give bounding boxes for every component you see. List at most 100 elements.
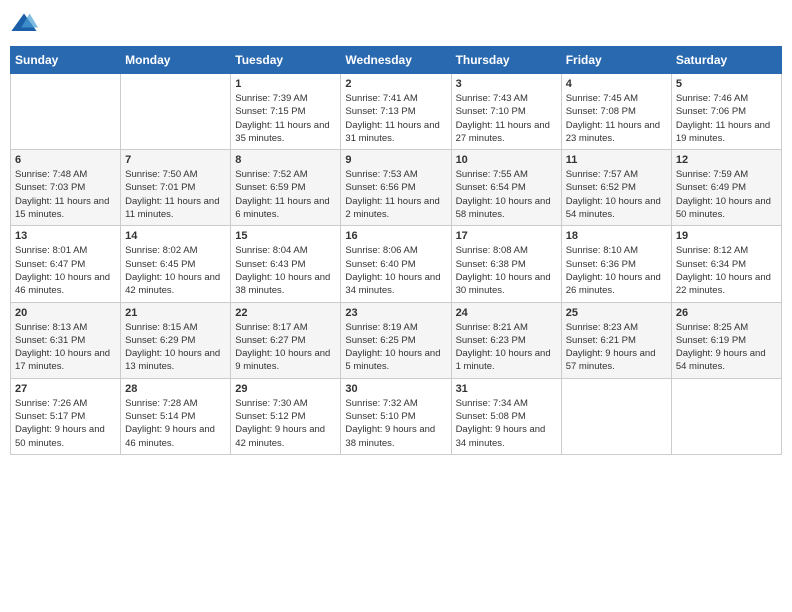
day-number: 13 [15, 230, 116, 242]
day-number: 10 [456, 154, 557, 166]
calendar-cell: 23 Sunrise: 8:19 AM Sunset: 6:25 PM Dayli… [341, 302, 451, 378]
calendar-cell: 4 Sunrise: 7:45 AM Sunset: 7:08 PM Daylig… [561, 74, 671, 150]
calendar-cell [671, 378, 781, 454]
calendar-cell: 28 Sunrise: 7:28 AM Sunset: 5:14 PM Dayli… [121, 378, 231, 454]
day-info: Sunrise: 7:28 AM Sunset: 5:14 PM Dayligh… [125, 397, 226, 450]
day-number: 15 [235, 230, 336, 242]
day-number: 29 [235, 383, 336, 395]
day-number: 21 [125, 307, 226, 319]
calendar-header-row: SundayMondayTuesdayWednesdayThursdayFrid… [11, 47, 782, 74]
calendar-cell: 19 Sunrise: 8:12 AM Sunset: 6:34 PM Dayli… [671, 226, 781, 302]
calendar-cell: 21Sunrise: 8:15 AM Sunset: 6:29 PM Dayli… [121, 302, 231, 378]
calendar-cell: 31 Sunrise: 7:34 AM Sunset: 5:08 PM Dayli… [451, 378, 561, 454]
weekday-header: Monday [121, 47, 231, 74]
day-number: 5 [676, 78, 777, 90]
day-info: Sunrise: 8:13 AM Sunset: 6:31 PM Dayligh… [15, 321, 116, 374]
day-number: 28 [125, 383, 226, 395]
day-number: 1 [235, 78, 336, 90]
day-number: 30 [345, 383, 446, 395]
calendar-cell: 18 Sunrise: 8:10 AM Sunset: 6:36 PM Dayli… [561, 226, 671, 302]
calendar-cell: 25Sunrise: 8:23 AM Sunset: 6:21 PM Dayli… [561, 302, 671, 378]
calendar-cell: 29Sunrise: 7:30 AM Sunset: 5:12 PM Dayli… [231, 378, 341, 454]
calendar-cell: 5 Sunrise: 7:46 AM Sunset: 7:06 PM Daylig… [671, 74, 781, 150]
day-info: Sunrise: 7:50 AM Sunset: 7:01 PM Dayligh… [125, 168, 226, 221]
calendar-cell: 2 Sunrise: 7:41 AM Sunset: 7:13 PM Daylig… [341, 74, 451, 150]
calendar-cell: 17 Sunrise: 8:08 AM Sunset: 6:38 PM Dayli… [451, 226, 561, 302]
day-number: 18 [566, 230, 667, 242]
day-number: 20 [15, 307, 116, 319]
day-info: Sunrise: 8:19 AM Sunset: 6:25 PM Dayligh… [345, 321, 446, 374]
calendar-cell: 6 Sunrise: 7:48 AM Sunset: 7:03 PM Daylig… [11, 150, 121, 226]
calendar-cell: 11Sunrise: 7:57 AM Sunset: 6:52 PM Dayli… [561, 150, 671, 226]
day-info: Sunrise: 7:48 AM Sunset: 7:03 PM Dayligh… [15, 168, 116, 221]
weekday-header: Thursday [451, 47, 561, 74]
logo [10, 10, 42, 38]
day-info: Sunrise: 7:34 AM Sunset: 5:08 PM Dayligh… [456, 397, 557, 450]
day-info: Sunrise: 7:59 AM Sunset: 6:49 PM Dayligh… [676, 168, 777, 221]
day-number: 19 [676, 230, 777, 242]
calendar-cell: 27Sunrise: 7:26 AM Sunset: 5:17 PM Dayli… [11, 378, 121, 454]
calendar-cell: 30 Sunrise: 7:32 AM Sunset: 5:10 PM Dayli… [341, 378, 451, 454]
day-info: Sunrise: 8:08 AM Sunset: 6:38 PM Dayligh… [456, 244, 557, 297]
day-number: 12 [676, 154, 777, 166]
weekday-header: Saturday [671, 47, 781, 74]
day-number: 6 [15, 154, 116, 166]
day-number: 3 [456, 78, 557, 90]
day-number: 31 [456, 383, 557, 395]
day-info: Sunrise: 7:46 AM Sunset: 7:06 PM Dayligh… [676, 92, 777, 145]
calendar-cell: 15 Sunrise: 8:04 AM Sunset: 6:43 PM Dayli… [231, 226, 341, 302]
calendar-cell: 13 Sunrise: 8:01 AM Sunset: 6:47 PM Dayli… [11, 226, 121, 302]
logo-icon [10, 10, 38, 38]
day-info: Sunrise: 7:53 AM Sunset: 6:56 PM Dayligh… [345, 168, 446, 221]
calendar-week-row: 27Sunrise: 7:26 AM Sunset: 5:17 PM Dayli… [11, 378, 782, 454]
calendar-cell [11, 74, 121, 150]
calendar-week-row: 13 Sunrise: 8:01 AM Sunset: 6:47 PM Dayli… [11, 226, 782, 302]
day-info: Sunrise: 7:52 AM Sunset: 6:59 PM Dayligh… [235, 168, 336, 221]
calendar-cell: 8 Sunrise: 7:52 AM Sunset: 6:59 PM Daylig… [231, 150, 341, 226]
day-number: 23 [345, 307, 446, 319]
day-info: Sunrise: 8:17 AM Sunset: 6:27 PM Dayligh… [235, 321, 336, 374]
weekday-header: Wednesday [341, 47, 451, 74]
calendar-cell: 1 Sunrise: 7:39 AM Sunset: 7:15 PM Daylig… [231, 74, 341, 150]
day-info: Sunrise: 8:12 AM Sunset: 6:34 PM Dayligh… [676, 244, 777, 297]
calendar-week-row: 1 Sunrise: 7:39 AM Sunset: 7:15 PM Daylig… [11, 74, 782, 150]
calendar-cell: 22 Sunrise: 8:17 AM Sunset: 6:27 PM Dayli… [231, 302, 341, 378]
day-number: 14 [125, 230, 226, 242]
day-info: Sunrise: 7:45 AM Sunset: 7:08 PM Dayligh… [566, 92, 667, 145]
calendar-cell: 9Sunrise: 7:53 AM Sunset: 6:56 PM Daylig… [341, 150, 451, 226]
day-number: 22 [235, 307, 336, 319]
day-number: 25 [566, 307, 667, 319]
calendar-cell [121, 74, 231, 150]
day-number: 24 [456, 307, 557, 319]
day-info: Sunrise: 8:01 AM Sunset: 6:47 PM Dayligh… [15, 244, 116, 297]
day-info: Sunrise: 7:39 AM Sunset: 7:15 PM Dayligh… [235, 92, 336, 145]
calendar-cell: 20 Sunrise: 8:13 AM Sunset: 6:31 PM Dayli… [11, 302, 121, 378]
calendar-cell [561, 378, 671, 454]
weekday-header: Tuesday [231, 47, 341, 74]
day-info: Sunrise: 7:55 AM Sunset: 6:54 PM Dayligh… [456, 168, 557, 221]
day-number: 2 [345, 78, 446, 90]
calendar-cell: 7 Sunrise: 7:50 AM Sunset: 7:01 PM Daylig… [121, 150, 231, 226]
calendar-cell: 3Sunrise: 7:43 AM Sunset: 7:10 PM Daylig… [451, 74, 561, 150]
day-number: 4 [566, 78, 667, 90]
day-info: Sunrise: 7:57 AM Sunset: 6:52 PM Dayligh… [566, 168, 667, 221]
day-info: Sunrise: 7:32 AM Sunset: 5:10 PM Dayligh… [345, 397, 446, 450]
calendar-cell: 16 Sunrise: 8:06 AM Sunset: 6:40 PM Dayli… [341, 226, 451, 302]
day-info: Sunrise: 7:41 AM Sunset: 7:13 PM Dayligh… [345, 92, 446, 145]
day-info: Sunrise: 8:10 AM Sunset: 6:36 PM Dayligh… [566, 244, 667, 297]
day-number: 26 [676, 307, 777, 319]
day-number: 16 [345, 230, 446, 242]
calendar-cell: 26 Sunrise: 8:25 AM Sunset: 6:19 PM Dayli… [671, 302, 781, 378]
day-info: Sunrise: 8:04 AM Sunset: 6:43 PM Dayligh… [235, 244, 336, 297]
calendar-week-row: 20 Sunrise: 8:13 AM Sunset: 6:31 PM Dayli… [11, 302, 782, 378]
day-number: 17 [456, 230, 557, 242]
day-number: 8 [235, 154, 336, 166]
day-info: Sunrise: 8:02 AM Sunset: 6:45 PM Dayligh… [125, 244, 226, 297]
day-number: 27 [15, 383, 116, 395]
day-info: Sunrise: 8:21 AM Sunset: 6:23 PM Dayligh… [456, 321, 557, 374]
day-info: Sunrise: 8:06 AM Sunset: 6:40 PM Dayligh… [345, 244, 446, 297]
day-number: 7 [125, 154, 226, 166]
day-info: Sunrise: 8:25 AM Sunset: 6:19 PM Dayligh… [676, 321, 777, 374]
calendar-week-row: 6 Sunrise: 7:48 AM Sunset: 7:03 PM Daylig… [11, 150, 782, 226]
calendar-cell: 14 Sunrise: 8:02 AM Sunset: 6:45 PM Dayli… [121, 226, 231, 302]
